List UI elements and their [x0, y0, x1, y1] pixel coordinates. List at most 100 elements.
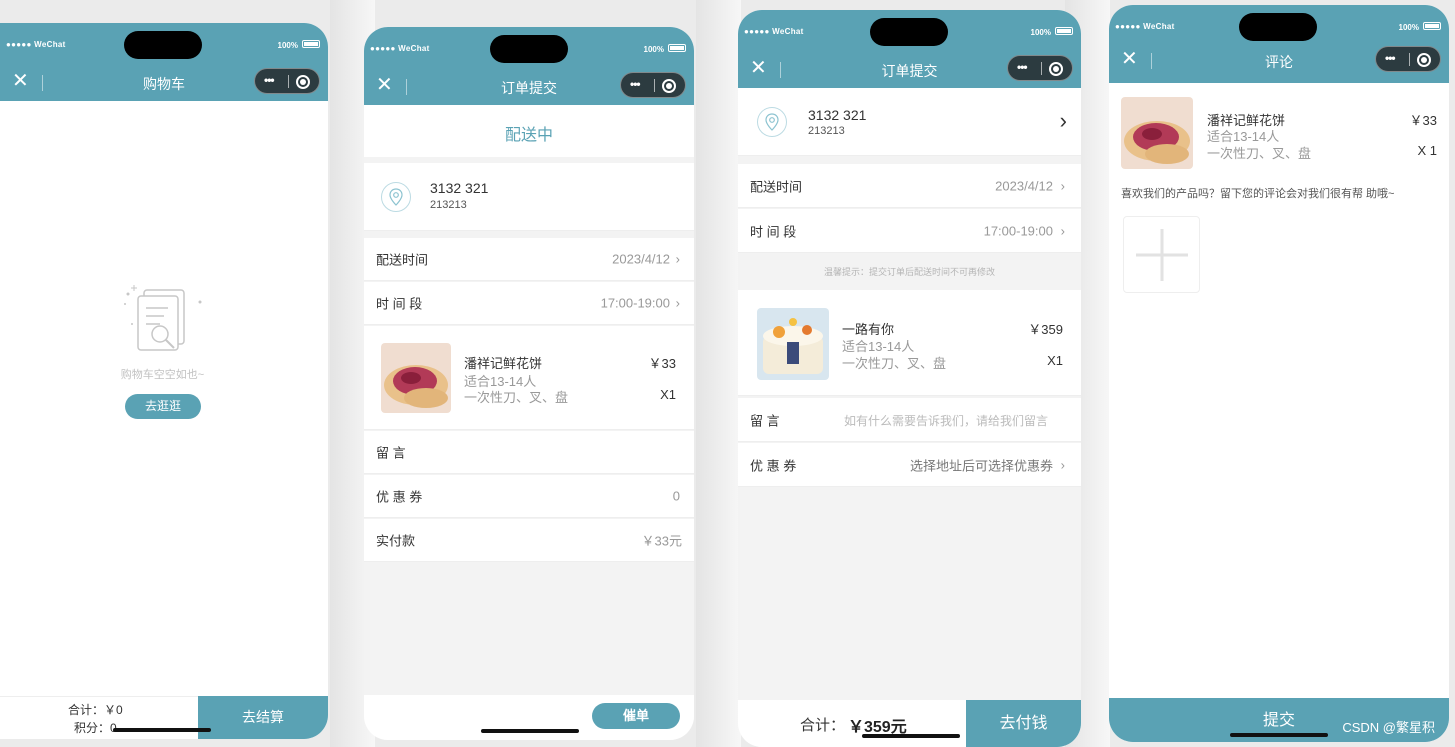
notch: [1239, 13, 1317, 41]
address-row[interactable]: 3132 321 213213 ›: [738, 88, 1081, 156]
notch: [124, 31, 202, 59]
browse-button[interactable]: 去逛逛: [125, 394, 201, 419]
battery-icon: [302, 40, 320, 48]
review-prompt: 喜欢我们的产品吗？留下您的评论会对我们很有帮 助哦~: [1121, 188, 1395, 200]
coupon-label: 优 惠 券: [376, 489, 423, 505]
home-indicator: [862, 734, 960, 738]
product-extra: 一次性刀、叉、盘: [842, 356, 947, 371]
battery-text: 100%: [1398, 23, 1419, 32]
review-content: 潘祥记鲜花饼 适合13-14人 一次性刀、叉、盘 ￥33 X 1 喜欢我们的产品…: [1109, 83, 1449, 742]
watermark: CSDN @繁星积: [1342, 720, 1435, 735]
delivery-time-label: 配送时间: [376, 252, 429, 268]
cart-points: 积分：0: [74, 721, 117, 735]
time-slot-row[interactable]: 时 间 段 17:00-19:00 ›: [738, 209, 1081, 253]
time-slot-value: 17:00-19:00: [983, 223, 1053, 238]
chevron-right-icon: ›: [1060, 223, 1065, 238]
time-slot-row[interactable]: 时 间 段 17:00-19:00 ›: [364, 282, 694, 325]
product-extra: 一次性刀、叉、盘: [464, 390, 569, 405]
coupon-row[interactable]: 优 惠 券 选择地址后可选择优惠券 ›: [738, 443, 1081, 487]
target-icon[interactable]: [296, 75, 310, 89]
urge-button[interactable]: 催单: [592, 703, 680, 729]
delivery-time-row[interactable]: 配送时间 2023/4/12 ›: [364, 238, 694, 281]
home-indicator: [481, 729, 579, 733]
more-dots-icon[interactable]: •••: [630, 77, 641, 91]
nav-bar: ✕ 订单提交 •••: [738, 52, 1081, 88]
capsule-menu[interactable]: •••: [1007, 55, 1073, 81]
coupon-value: 选择地址后可选择优惠券: [909, 458, 1053, 473]
checkout-button[interactable]: 去结算: [198, 696, 328, 739]
message-input[interactable]: 如有什么需要告诉我们，请给我们留言: [844, 412, 1073, 429]
more-dots-icon[interactable]: •••: [264, 73, 275, 87]
nav-bar: ✕ 订单提交 •••: [364, 69, 694, 105]
chevron-right-icon: ›: [1060, 457, 1065, 472]
coupon-label: 优 惠 券: [750, 458, 797, 473]
cart-total: 合计：￥0: [68, 703, 123, 717]
more-dots-icon[interactable]: •••: [1385, 51, 1396, 65]
nav-bar: ✕ 购物车 •••: [0, 65, 328, 101]
carrier-label: ●●●●● WeChat: [1115, 22, 1175, 31]
review-screen: ●●●●● WeChat 100% ✕ 评论 ••• 潘祥记鲜花饼 适合13-1…: [1109, 5, 1449, 742]
product-image: [757, 308, 829, 380]
address-name: 3132 321: [808, 107, 867, 123]
target-icon[interactable]: [662, 79, 676, 93]
product-image: [381, 343, 451, 413]
order-status: 配送中: [504, 127, 553, 144]
delivery-time-value: 2023/4/12: [612, 251, 670, 267]
order-delivery-screen: ●●●●● WeChat 100% ✕ 订单提交 ••• 配送中 3132 32…: [364, 27, 694, 740]
address-row[interactable]: 3132 321 213213: [364, 163, 694, 231]
battery-icon: [668, 44, 686, 52]
notch: [870, 18, 948, 46]
capsule-menu[interactable]: •••: [254, 68, 320, 94]
chevron-right-icon: ›: [675, 251, 680, 267]
order-footer: 合计： ￥359元: [738, 700, 966, 747]
delivery-time-label: 配送时间: [750, 179, 803, 194]
battery-icon: [1055, 27, 1073, 35]
capsule-divider: [1041, 62, 1042, 75]
tip-text: 温馨提示：提交订单后配送时间不可再修改: [823, 267, 995, 277]
product-price: ￥33: [1409, 113, 1437, 128]
message-row[interactable]: 留 言 如有什么需要告诉我们，请给我们留言: [738, 398, 1081, 442]
order-footer: 催单: [364, 695, 694, 740]
battery-text: 100%: [277, 41, 298, 50]
product-row: 一路有你 适合13-14人 一次性刀、叉、盘 ￥359 X1: [738, 290, 1081, 396]
time-slot-label: 时 间 段: [750, 224, 797, 239]
order-content: 配送中 3132 321 213213 配送时间 2023/4/12 › 时 间…: [364, 105, 694, 740]
cart-content: 购物车空空如也~ 去逛逛 合计：￥0 积分：0 去结算: [0, 101, 328, 739]
delivery-time-value: 2023/4/12: [995, 178, 1053, 193]
product-price: ￥359: [1028, 322, 1063, 337]
product-image: [1121, 97, 1193, 169]
target-icon[interactable]: [1049, 62, 1063, 76]
address-detail: 213213: [430, 199, 467, 211]
pay-button[interactable]: 去付钱: [966, 700, 1081, 747]
paid-value: ￥33元: [641, 533, 682, 549]
paid-row: 实付款 ￥33元: [364, 519, 694, 562]
paid-label: 实付款: [376, 533, 416, 549]
product-qty: X1: [660, 387, 676, 402]
message-label: 留 言: [750, 413, 780, 428]
message-row[interactable]: 留 言: [364, 431, 694, 474]
coupon-value: 0: [672, 488, 680, 504]
cart-screen: ●●●●● WeChat 100% ✕ 购物车 ••• 购物车空空如也~ 去逛逛…: [0, 23, 328, 739]
delivery-time-row[interactable]: 配送时间 2023/4/12 ›: [738, 164, 1081, 208]
message-label: 留 言: [376, 445, 406, 461]
battery-text: 100%: [643, 45, 664, 54]
time-slot-value: 17:00-19:00: [600, 295, 670, 311]
home-indicator: [113, 728, 211, 732]
capsule-menu[interactable]: •••: [620, 72, 686, 98]
more-dots-icon[interactable]: •••: [1017, 60, 1028, 74]
location-pin-icon: [757, 107, 787, 137]
product-qty: X 1: [1417, 143, 1437, 158]
product-price: ￥33: [648, 356, 676, 371]
product-extra: 一次性刀、叉、盘: [1207, 146, 1312, 161]
target-icon[interactable]: [1417, 53, 1431, 67]
notch: [490, 35, 568, 63]
home-indicator: [1230, 733, 1328, 737]
capsule-divider: [288, 75, 289, 88]
empty-document-icon: [124, 285, 202, 351]
add-photo-button[interactable]: [1123, 216, 1200, 293]
product-row: 潘祥记鲜花饼 适合13-14人 一次性刀、叉、盘 ￥33 X1: [364, 326, 694, 430]
order-submit-screen: ●●●●● WeChat 100% ✕ 订单提交 ••• 3132 321 21…: [738, 10, 1081, 747]
capsule-menu[interactable]: •••: [1375, 46, 1441, 72]
coupon-row[interactable]: 优 惠 券 0: [364, 475, 694, 518]
product-name: 潘祥记鲜花饼: [464, 356, 543, 371]
